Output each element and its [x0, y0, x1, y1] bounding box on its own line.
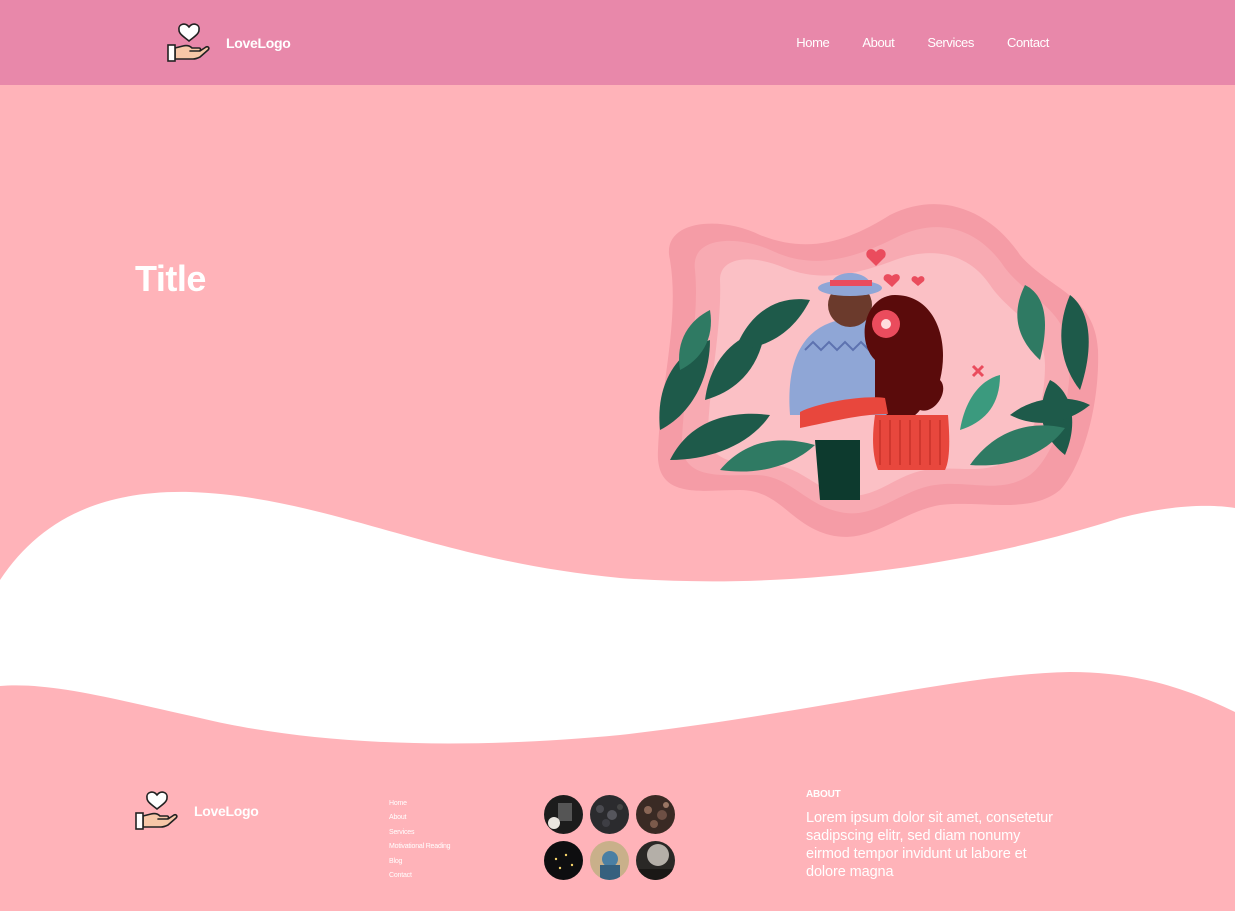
- footer-link-item: About: [389, 806, 450, 821]
- nav-home[interactable]: Home: [796, 35, 829, 50]
- main-nav: Home About Services Contact: [763, 35, 1049, 50]
- footer-link-contact[interactable]: Contact: [389, 872, 412, 879]
- concert-photo-3[interactable]: [636, 795, 675, 834]
- footer-link-item: Contact: [389, 864, 450, 879]
- heart-hand-icon: [135, 791, 178, 830]
- footer-logo[interactable]: LoveLogo: [134, 790, 259, 832]
- hero-title: Title: [135, 258, 206, 299]
- footer-link-item: Home: [389, 792, 450, 807]
- about-text: Lorem ipsum dolor sit amet, consetetur s…: [806, 810, 1053, 880]
- nav-contact[interactable]: Contact: [1007, 35, 1049, 50]
- about-title: ABOUT: [806, 789, 841, 800]
- footer-about: ABOUT Lorem ipsum dolor sit amet, conset…: [806, 789, 1056, 881]
- footer-link-item: Blog: [389, 850, 450, 865]
- couple-hugging-illustration: [657, 204, 1099, 537]
- site-header: LoveLogo Home About Services Contact: [0, 0, 1235, 85]
- logo-text: LoveLogo: [226, 35, 291, 51]
- footer-link-item: Motivational Reading: [389, 835, 451, 850]
- nav-services[interactable]: Services: [927, 35, 974, 50]
- concert-photo-2[interactable]: [590, 795, 629, 834]
- footer-link-item: Services: [389, 821, 450, 836]
- concert-photo-5[interactable]: [590, 841, 629, 880]
- header-logo[interactable]: LoveLogo: [166, 22, 291, 64]
- footer-logo-text: LoveLogo: [194, 803, 259, 819]
- concert-photo-6[interactable]: [636, 841, 675, 880]
- concert-photo-4[interactable]: [544, 841, 583, 880]
- footer-gallery: [544, 795, 684, 880]
- heart-hand-icon: [167, 23, 210, 62]
- footer-links: Home About Services Motivational Reading…: [389, 792, 451, 879]
- nav-about[interactable]: About: [862, 35, 894, 50]
- concert-photo-1[interactable]: [544, 795, 583, 834]
